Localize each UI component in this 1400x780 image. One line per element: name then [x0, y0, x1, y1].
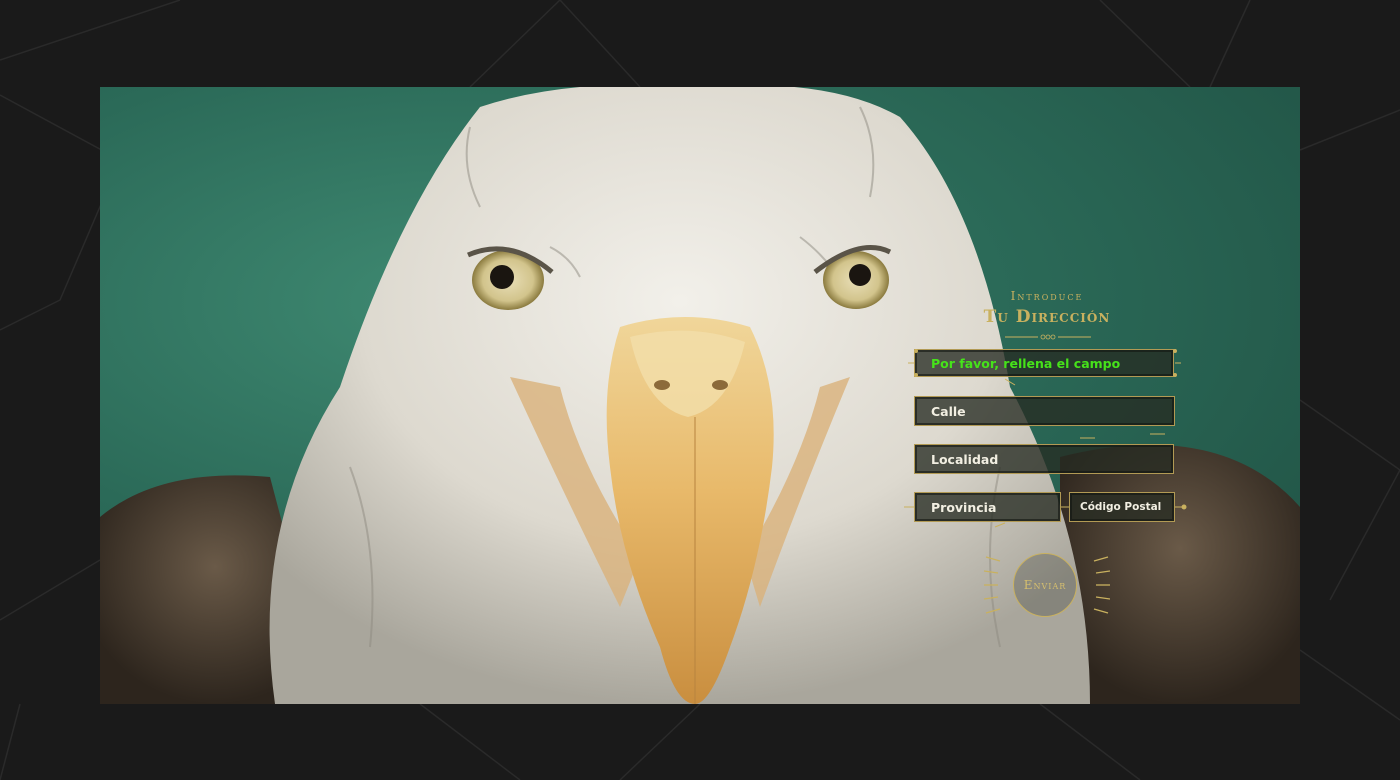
codigo-postal-input[interactable]: Código Postal — [1069, 492, 1175, 522]
form-title-direccion: Tu Dirección — [983, 307, 1111, 327]
ornament-divider-icon — [1005, 334, 1091, 340]
name-field[interactable]: Por favor, rellena el campo — [914, 349, 1174, 377]
localidad-input[interactable]: Localidad — [914, 444, 1174, 474]
send-button-area: Enviar — [984, 549, 1110, 621]
form-title-introduce: Introduce — [1010, 289, 1084, 303]
enviar-button[interactable]: Enviar — [1013, 553, 1077, 617]
provincia-input[interactable]: Provincia — [914, 492, 1061, 522]
calle-input[interactable]: Calle — [914, 396, 1175, 426]
hero-frame: Introduce Tu Dirección Por favor, rellen… — [100, 87, 1300, 704]
